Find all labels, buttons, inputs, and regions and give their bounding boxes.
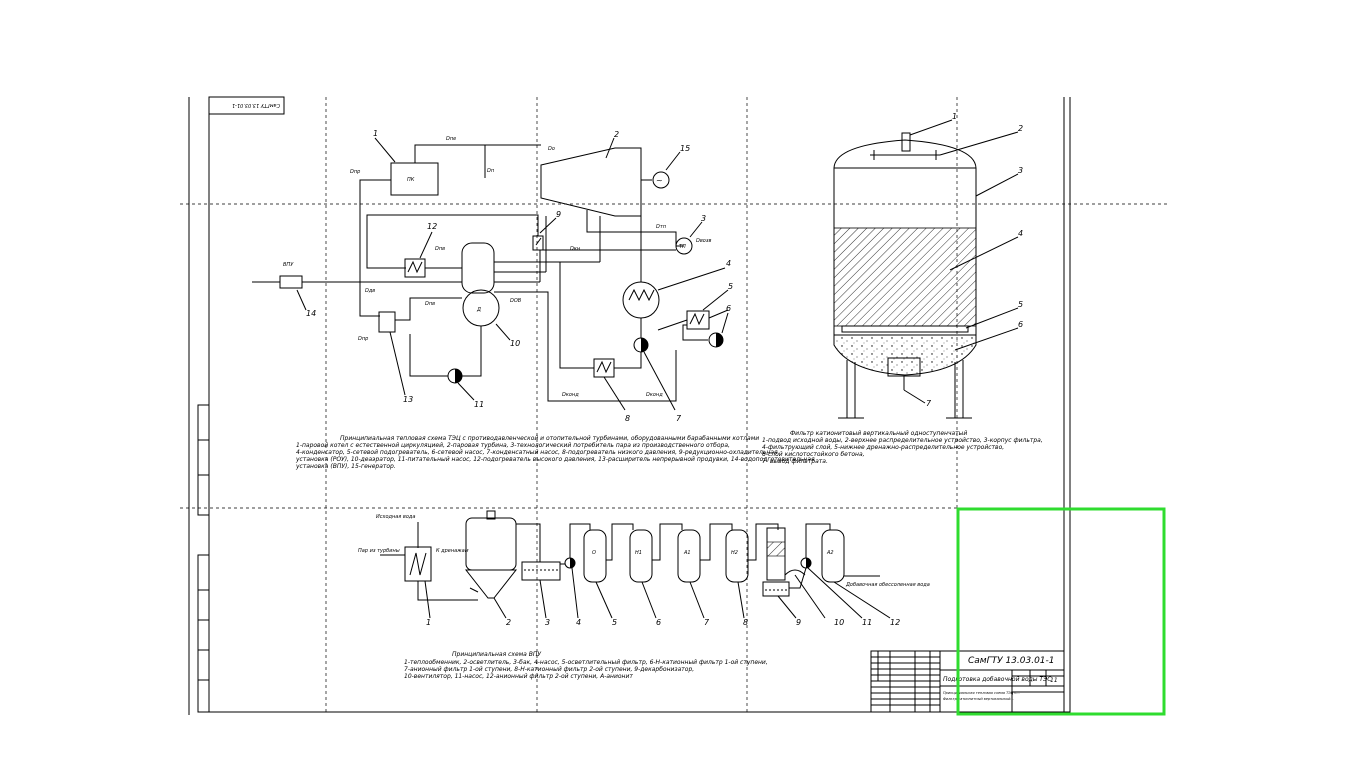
- title-block: СамГТУ 13.03.01-1 Подготовка добавочной …: [870, 650, 1065, 713]
- scheme2-caption: Фильтр катионитовый вертикальный односту…: [762, 430, 1043, 465]
- svg-text:4-фильтрующий слой, 5-нижнее д: 4-фильтрующий слой, 5-нижнее дренажно-ра…: [762, 444, 1004, 451]
- svg-text:Добавочная обессоленная вода: Добавочная обессоленная вода: [845, 582, 930, 588]
- svg-text:Dкн: Dкн: [570, 246, 581, 252]
- svg-text:Принципиальная тепловая схема: Принципиальная тепловая схема ТЭЦ с прот…: [340, 435, 759, 442]
- svg-text:Dп: Dп: [487, 168, 495, 174]
- technical-drawing: СамГТУ 13.03.01-1 ПК 1 Dпе Dп Dо Dпр 2 ~…: [180, 96, 1168, 716]
- svg-text:10-вентилятор, 11-насос, 12-ан: 10-вентилятор, 11-насос, 12-анионный фил…: [404, 673, 633, 680]
- svg-text:Н1: Н1: [635, 550, 642, 556]
- svg-text:5: 5: [728, 282, 733, 291]
- water-treatment-scheme: Исходная вода Пар из турбины К дренажам …: [358, 510, 930, 680]
- svg-text:А2: А2: [826, 550, 834, 556]
- svg-text:4: 4: [1018, 229, 1023, 238]
- svg-text:Фильтр катионитовый вертикальн: Фильтр катионитовый вертикальный односту…: [790, 430, 967, 437]
- rotated-stamp-code: СамГТУ 13.03.01-1: [232, 102, 280, 108]
- svg-text:6: 6: [726, 304, 731, 313]
- svg-text:7: 7: [704, 618, 710, 627]
- scheme1-caption: Принципиальная тепловая схема ТЭЦ с прот…: [295, 435, 815, 470]
- svg-text:установка (ВПУ), 15-генератор.: установка (ВПУ), 15-генератор.: [295, 463, 396, 470]
- svg-text:Dо: Dо: [548, 146, 555, 152]
- svg-text:установка (РОУ), 10-деаэратор,: установка (РОУ), 10-деаэратор, 11-питате…: [295, 456, 815, 463]
- svg-text:Исходная вода: Исходная вода: [376, 514, 415, 520]
- svg-text:7: 7: [926, 399, 932, 408]
- svg-text:Н2: Н2: [731, 550, 738, 556]
- svg-text:ТП: ТП: [679, 244, 686, 250]
- svg-text:ВПУ: ВПУ: [283, 262, 294, 268]
- svg-text:10: 10: [834, 618, 844, 627]
- svg-text:Пар из турбины: Пар из турбины: [358, 548, 400, 554]
- svg-text:4-конденсатор, 5-сетевой подог: 4-конденсатор, 5-сетевой подогреватель, …: [296, 449, 778, 456]
- svg-text:6-слой кислотостойкого бетона,: 6-слой кислотостойкого бетона,: [762, 451, 865, 458]
- svg-text:11: 11: [862, 618, 872, 627]
- svg-text:Dпр: Dпр: [350, 169, 360, 175]
- dashed-guides: [180, 97, 1168, 712]
- svg-text:7-анионный фильтр 1-ой ступени: 7-анионный фильтр 1-ой ступени, 8-Н-кати…: [404, 666, 694, 673]
- svg-text:4: 4: [726, 259, 731, 268]
- svg-text:К дренажам: К дренажам: [436, 548, 469, 554]
- svg-text:12: 12: [427, 222, 437, 231]
- title-code: СамГТУ 13.03.01-1: [968, 656, 1055, 666]
- svg-text:15: 15: [680, 144, 690, 153]
- svg-text:11: 11: [474, 400, 484, 409]
- svg-text:1-теплообменник, 2-осветлитель: 1-теплообменник, 2-осветлитель, 3-бак, 4…: [404, 659, 768, 666]
- svg-text:2: 2: [506, 618, 511, 627]
- svg-text:Фильтр катионитный вертикальны: Фильтр катионитный вертикальный...: [943, 697, 1014, 701]
- svg-text:2: 2: [614, 130, 619, 139]
- svg-text:Dпр: Dпр: [358, 336, 368, 342]
- svg-text:DОВ: DОВ: [510, 298, 522, 304]
- svg-text:14: 14: [306, 309, 316, 318]
- svg-text:Принципиальная тепловая схема: Принципиальная тепловая схема ТЭЦ с...: [943, 691, 1020, 695]
- svg-text:3: 3: [701, 214, 706, 223]
- svg-text:Принципиальная схема ВПУ: Принципиальная схема ВПУ: [452, 651, 541, 658]
- svg-text:Dдв: Dдв: [365, 288, 375, 294]
- svg-text:Dтп: Dтп: [656, 224, 667, 230]
- svg-text:12: 12: [890, 618, 900, 627]
- selection-rectangle[interactable]: [956, 507, 1166, 716]
- svg-text:7- вывод фильтрата.: 7- вывод фильтрата.: [762, 458, 828, 465]
- thermal-scheme: ПК 1 Dпе Dп Dо Dпр 2 ~ 15 Dтп ТП 3 Dвозв…: [252, 129, 815, 470]
- svg-text:13: 13: [403, 395, 413, 404]
- svg-text:Dконд: Dконд: [646, 392, 663, 398]
- svg-text:1-паровой котел с естественной: 1-паровой котел с естественной циркуляци…: [296, 442, 730, 449]
- svg-text:~: ~: [656, 176, 663, 185]
- svg-text:1-подвод исходной воды, 2-верх: 1-подвод исходной воды, 2-верхнее распре…: [762, 437, 1043, 444]
- sheet-number: 11: [1050, 677, 1058, 684]
- svg-text:1: 1: [373, 129, 378, 138]
- svg-text:Dконд: Dконд: [562, 392, 579, 398]
- svg-text:Dпв: Dпв: [425, 301, 435, 307]
- svg-text:5: 5: [612, 618, 617, 627]
- boiler-label: ПК: [407, 177, 415, 183]
- svg-text:2: 2: [1018, 124, 1023, 133]
- sheet-frame: [188, 96, 1071, 715]
- svg-text:10: 10: [510, 339, 520, 348]
- scheme3-caption: Принципиальная схема ВПУ 1-теплообменник…: [404, 651, 768, 680]
- svg-text:7: 7: [676, 414, 682, 423]
- label-d-pe: Dпе: [446, 136, 456, 142]
- filter-drawing: 1 2 3 4 5 6 7 Фильтр катионитовый вертик…: [762, 112, 1043, 465]
- svg-text:1: 1: [952, 112, 957, 121]
- svg-text:6: 6: [656, 618, 661, 627]
- svg-text:6: 6: [1018, 320, 1023, 329]
- svg-text:8: 8: [625, 414, 630, 423]
- svg-text:1: 1: [426, 618, 431, 627]
- svg-text:3: 3: [545, 618, 550, 627]
- svg-text:Dвозв: Dвозв: [696, 238, 712, 244]
- svg-text:Dпв: Dпв: [435, 246, 445, 252]
- svg-text:Д: Д: [476, 307, 481, 313]
- svg-text:3: 3: [1018, 166, 1023, 175]
- svg-text:О: О: [592, 550, 596, 556]
- svg-text:9: 9: [796, 618, 801, 627]
- svg-text:8: 8: [743, 618, 748, 627]
- svg-text:5: 5: [1018, 300, 1023, 309]
- svg-text:А1: А1: [683, 550, 691, 556]
- svg-text:4: 4: [576, 618, 581, 627]
- svg-text:9: 9: [556, 210, 561, 219]
